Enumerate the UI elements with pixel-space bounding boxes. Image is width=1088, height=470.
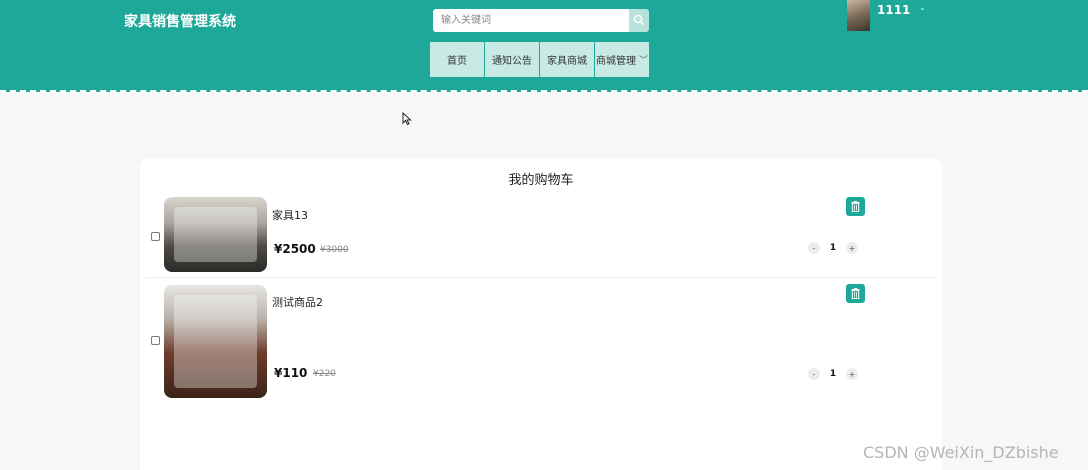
- quantity-value[interactable]: 1: [826, 243, 840, 253]
- search-button[interactable]: [629, 9, 649, 32]
- nav-furniture-mall[interactable]: 家具商城: [540, 42, 594, 77]
- nav-notices-label: 通知公告: [492, 56, 532, 67]
- quantity-stepper: - 1 +: [808, 368, 858, 380]
- product-name[interactable]: 测试商品2: [272, 294, 323, 310]
- site-title: 家具销售管理系统: [124, 14, 236, 30]
- cart-item: 家具13 ¥2500 ¥3000 - 1 +: [145, 196, 937, 278]
- mouse-cursor-icon: [402, 112, 412, 126]
- cart-item: 测试商品2 ¥110 ¥220 - 1 +: [145, 284, 937, 400]
- nav-mall-management[interactable]: 商城管理 ﹀: [595, 42, 649, 77]
- chevron-down-icon: ﹀: [638, 56, 648, 66]
- search-bar: [433, 9, 649, 32]
- search-input[interactable]: [433, 9, 629, 32]
- username[interactable]: 1111: [877, 3, 910, 17]
- product-original-price: ¥220: [313, 369, 336, 379]
- quantity-stepper: - 1 +: [808, 242, 858, 254]
- cart-title: 我的购物车: [508, 173, 574, 188]
- nav-home-label: 首页: [447, 56, 467, 67]
- item-checkbox[interactable]: [151, 232, 160, 241]
- product-original-price: ¥3000: [320, 245, 349, 255]
- user-menu[interactable]: 1111 -: [847, 0, 924, 32]
- search-icon: [633, 14, 645, 26]
- avatar[interactable]: [847, 0, 870, 31]
- product-price: ¥110: [274, 366, 308, 380]
- product-image[interactable]: [164, 285, 267, 398]
- decrement-button[interactable]: -: [808, 368, 820, 380]
- delete-button[interactable]: [846, 284, 865, 303]
- trash-icon: [851, 201, 860, 212]
- decrement-button[interactable]: -: [808, 242, 820, 254]
- increment-button[interactable]: +: [846, 242, 858, 254]
- nav-mall-management-label: 商城管理: [595, 56, 636, 67]
- nav-furniture-mall-label: 家具商城: [547, 56, 587, 67]
- trash-icon: [851, 288, 860, 299]
- item-checkbox[interactable]: [151, 336, 160, 345]
- nav-notices[interactable]: 通知公告: [485, 42, 539, 77]
- nav-home[interactable]: 首页: [430, 42, 484, 77]
- increment-button[interactable]: +: [846, 368, 858, 380]
- delete-button[interactable]: [846, 197, 865, 216]
- main-nav: 首页 通知公告 家具商城 商城管理 ﹀: [430, 42, 649, 77]
- product-name[interactable]: 家具13: [272, 207, 308, 223]
- cart-panel: 我的购物车 家具13 ¥2500 ¥3000 - 1 + 测试商品2 ¥110 …: [140, 158, 942, 470]
- product-image[interactable]: [164, 197, 267, 272]
- product-price: ¥2500: [274, 242, 316, 256]
- quantity-value[interactable]: 1: [826, 369, 840, 379]
- watermark: CSDN @WeiXin_DZbishe: [863, 443, 1059, 462]
- user-dropdown-caret[interactable]: -: [920, 2, 924, 15]
- top-header: 家具销售管理系统 首页 通知公告 家具商城 商城管理﹀ 1111 -: [0, 0, 1088, 92]
